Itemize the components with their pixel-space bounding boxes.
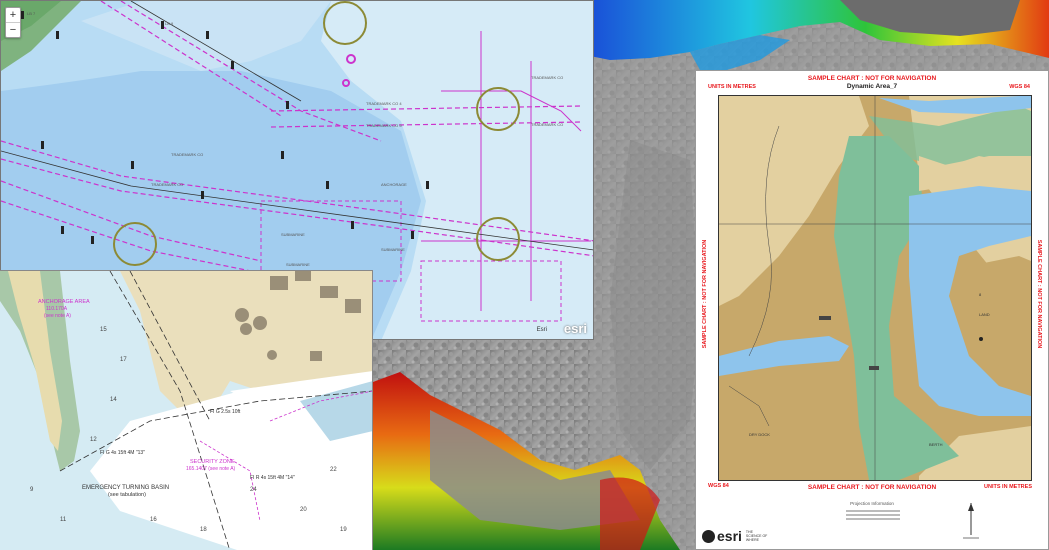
svg-text:9: 9 [30,487,34,493]
projection-lines [846,508,900,526]
anchorage-ref: 110.170A [46,306,68,312]
svg-text:24: 24 [250,487,257,493]
svg-text:LB 7: LB 7 [27,11,36,16]
security-zone-ref: 165.1407 (see note A) [186,466,236,472]
esri-logo-block: esri THE SCIENCE OF WHERE [702,526,768,546]
anchorage-sub: (see note A) [44,313,71,319]
svg-text:12: 12 [90,437,97,443]
svg-text:11: 11 [60,517,67,523]
datum-right: WGS 84 [1009,84,1030,90]
svg-text:TRADEMARK CO 5: TRADEMARK CO 5 [366,123,402,128]
security-zone-label: SECURITY ZONE [190,459,235,465]
zoom-in-button[interactable]: + [6,8,20,22]
esri-tagline: THE SCIENCE OF WHERE [745,530,768,542]
units-left: UNITS IN METRES [708,84,756,90]
svg-text:LB 9: LB 9 [165,21,174,26]
banner-side-left: SAMPLE CHART : NOT FOR NAVIGATION [702,239,708,349]
svg-text:ANCHORAGE: ANCHORAGE [381,182,407,187]
svg-text:18: 18 [200,527,207,533]
svg-text:17: 17 [120,357,127,363]
svg-text:14: 14 [110,397,117,403]
svg-text:TRADEMARK CO 4: TRADEMARK CO 4 [366,101,402,106]
north-arrow-icon [963,503,979,539]
banner-top: SAMPLE CHART : NOT FOR NAVIGATION [807,75,937,82]
esri-wordmark: esri [717,528,742,544]
svg-text:SUBMARINE: SUBMARINE [381,247,405,252]
turning-basin-sub: (see tabulation) [108,492,146,498]
chart-graphics: LANDDRY DOCK BERTH8 [719,96,1031,480]
light-label-1: FI G 2.5s 10ft [210,409,241,415]
svg-text:DRY DOCK: DRY DOCK [749,432,770,437]
esri-logo: esri [563,321,587,336]
svg-text:TRADEMARK CO: TRADEMARK CO [531,75,563,80]
esri-globe-icon [702,529,715,543]
banner-side-right: SAMPLE CHART : NOT FOR NAVIGATION [1036,239,1042,349]
sample-chart-sheet[interactable]: SAMPLE CHART : NOT FOR NAVIGATION Dynami… [695,70,1049,550]
chart-frame: LAND DRY DOCK BERTH 8 [718,95,1032,481]
svg-text:TRADEMARK CO: TRADEMARK CO [151,182,183,187]
paper-nautical-chart[interactable]: 15 17 14 12 9 11 16 18 22 20 24 19 ANCHORAGE ARE… [0,270,373,550]
turning-basin-label: EMERGENCY TURNING BASIN [82,485,169,491]
svg-text:SUBMARINE: SUBMARINE [281,232,305,237]
svg-text:22: 22 [330,467,337,473]
paper-chart-graphics: 15 17 14 12 9 11 16 18 22 20 24 19 ANCHORAGE ARE… [0,271,372,550]
svg-text:TRADEMARK CO: TRADEMARK CO [171,152,203,157]
svg-text:20: 20 [300,507,307,513]
svg-text:16: 16 [150,517,157,523]
svg-text:19: 19 [340,527,347,533]
svg-text:SUBMARINE: SUBMARINE [286,262,310,267]
anchorage-label: ANCHORAGE AREA [38,299,90,305]
units-right: UNITS IN METRES [984,484,1032,490]
svg-text:TRADEMARK CO: TRADEMARK CO [531,122,563,127]
svg-text:15: 15 [100,327,107,333]
light-label-2: FI R 4s 15ft 4M "14" [250,475,295,481]
light-label-3: FI G 4s 15ft 4M "13" [100,450,145,456]
zoom-control: + − [5,7,21,38]
svg-text:LAND: LAND [979,312,990,317]
map-attribution[interactable]: Esri [537,327,547,333]
projection-header: Projection Information [850,501,894,506]
svg-text:BERTH: BERTH [929,442,943,447]
zoom-out-button[interactable]: − [6,22,20,37]
